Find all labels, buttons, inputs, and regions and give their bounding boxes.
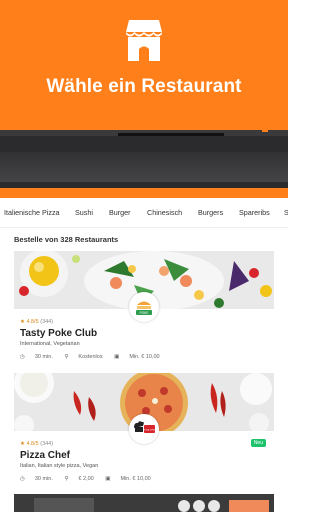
restaurant-meta: ◷ 30 min. ⚲ € 2,00 ▣ Min. € 10,00 (20, 476, 161, 482)
review-count: (344) (40, 319, 54, 325)
category-bar: Italienische Pizza Sushi Burger Chinesis… (0, 198, 288, 228)
page-title: Wähle ein Restaurant (46, 76, 242, 97)
hero-banner: Wähle ein Restaurant (0, 0, 288, 130)
rating: ★ 4.8/5 (344) (20, 441, 54, 447)
device-corner (262, 130, 268, 132)
review-count: (344) (40, 441, 54, 447)
bike-icon: ⚲ (64, 476, 69, 482)
restaurant-image (14, 494, 274, 512)
restaurant-count: Bestelle von 328 Restaurants (14, 235, 119, 244)
device-notch (118, 133, 224, 136)
poke-logo: POKE (129, 292, 159, 322)
rating-value: 4.8/5 (26, 319, 39, 325)
device-gloss (0, 152, 288, 182)
restaurant-name: Pizza Chef (20, 450, 71, 461)
bag-icon: ▣ (105, 476, 111, 482)
category-italian-pizza[interactable]: Italienische Pizza (4, 208, 60, 217)
category-spareribs[interactable]: Spareribs (239, 208, 270, 217)
pizza-chef-logo-text: PIZZA CHEF (143, 429, 156, 432)
sushi-food-image (14, 494, 274, 512)
category-more[interactable]: S (284, 208, 288, 217)
min-order: Min. € 10,00 (129, 354, 160, 360)
delivery-time: 30 min. (34, 354, 53, 360)
delivery-cost: € 2,00 (78, 476, 94, 482)
new-badge: Neu (250, 439, 266, 447)
category-chinese[interactable]: Chinesisch (147, 208, 182, 217)
restaurant-card[interactable] (14, 494, 274, 512)
rating: ★ 4.8/5 (344) (20, 319, 54, 325)
category-burgers[interactable]: Burgers (198, 208, 223, 217)
category-sushi[interactable]: Sushi (75, 208, 93, 217)
clock-icon: ◷ (20, 354, 25, 360)
restaurant-card[interactable]: POKE ★ 4.8/5 (344) Tasty Poke Club Inter… (14, 251, 274, 367)
bike-icon: ⚲ (64, 354, 69, 360)
bag-icon: ▣ (114, 354, 120, 360)
restaurant-card[interactable]: PIZZA CHEF Neu ★ 4.8/5 (344) Pizza Chef … (14, 373, 274, 489)
clock-icon: ◷ (20, 476, 25, 482)
poke-logo-text: POKE (140, 311, 149, 315)
restaurant-name: Tasty Poke Club (20, 328, 98, 339)
restaurant-meta: ◷ 30 min. ⚲ Kostenlos ▣ Min. € 10,00 (20, 354, 170, 360)
min-order: Min. € 10,00 (120, 476, 151, 482)
delivery-cost: Kostenlos (78, 354, 103, 360)
category-burger[interactable]: Burger (109, 208, 131, 217)
device-strip (0, 188, 288, 198)
restaurant-cuisine: Italian, Italian style pizza, Vegan (20, 463, 99, 469)
device-illustration (0, 130, 288, 198)
rating-value: 4.8/5 (26, 441, 39, 447)
pizza-chef-logo: PIZZA CHEF (129, 414, 159, 444)
store-icon (126, 20, 162, 61)
restaurant-cuisine: International, Vegetarian (20, 341, 80, 347)
delivery-time: 30 min. (34, 476, 53, 482)
